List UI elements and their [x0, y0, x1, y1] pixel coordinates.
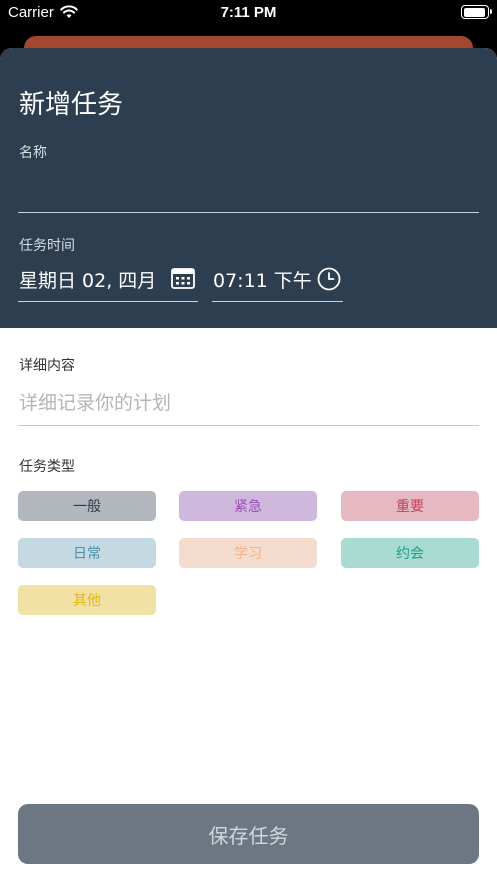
detail-underline [18, 425, 479, 426]
detail-input[interactable]: 详细记录你的计划 [19, 388, 171, 415]
task-type-urgent[interactable]: 紧急 [179, 491, 317, 521]
task-type-general[interactable]: 一般 [18, 491, 156, 521]
task-type-important[interactable]: 重要 [341, 491, 479, 521]
time-label: 任务时间 [19, 238, 75, 254]
page-title: 新增任务 [19, 90, 124, 120]
name-input[interactable] [18, 166, 479, 210]
clock-icon[interactable] [317, 267, 341, 295]
date-underline [18, 301, 198, 302]
date-picker-field[interactable]: 星期日 02, 四月 [19, 266, 156, 293]
task-type-daily[interactable]: 日常 [18, 538, 156, 568]
task-type-other[interactable]: 其他 [18, 585, 156, 615]
calendar-icon[interactable] [171, 267, 195, 293]
new-task-sheet: 新增任务 名称 任务时间 星期日 02, 四月 07:11 下午 详细内容 详细… [0, 48, 497, 883]
task-type-study[interactable]: 学习 [179, 538, 317, 568]
status-time: 7:11 PM [220, 4, 277, 21]
save-task-button[interactable]: 保存任务 [18, 804, 479, 864]
form-header: 新增任务 名称 任务时间 星期日 02, 四月 07:11 下午 [0, 48, 497, 328]
task-type-label: 任务类型 [19, 459, 75, 475]
phone-screen: Carrier 7:11 PM 新增任务 名称 任务时间 星期日 02, 四月 [0, 0, 497, 883]
task-type-date[interactable]: 约会 [341, 538, 479, 568]
name-underline [18, 212, 479, 213]
name-label: 名称 [19, 145, 47, 161]
status-bar: Carrier 7:11 PM [0, 0, 497, 26]
battery-icon [461, 5, 492, 19]
time-underline [212, 301, 343, 302]
detail-label: 详细内容 [19, 358, 75, 374]
time-picker-field[interactable]: 07:11 下午 [213, 266, 312, 293]
